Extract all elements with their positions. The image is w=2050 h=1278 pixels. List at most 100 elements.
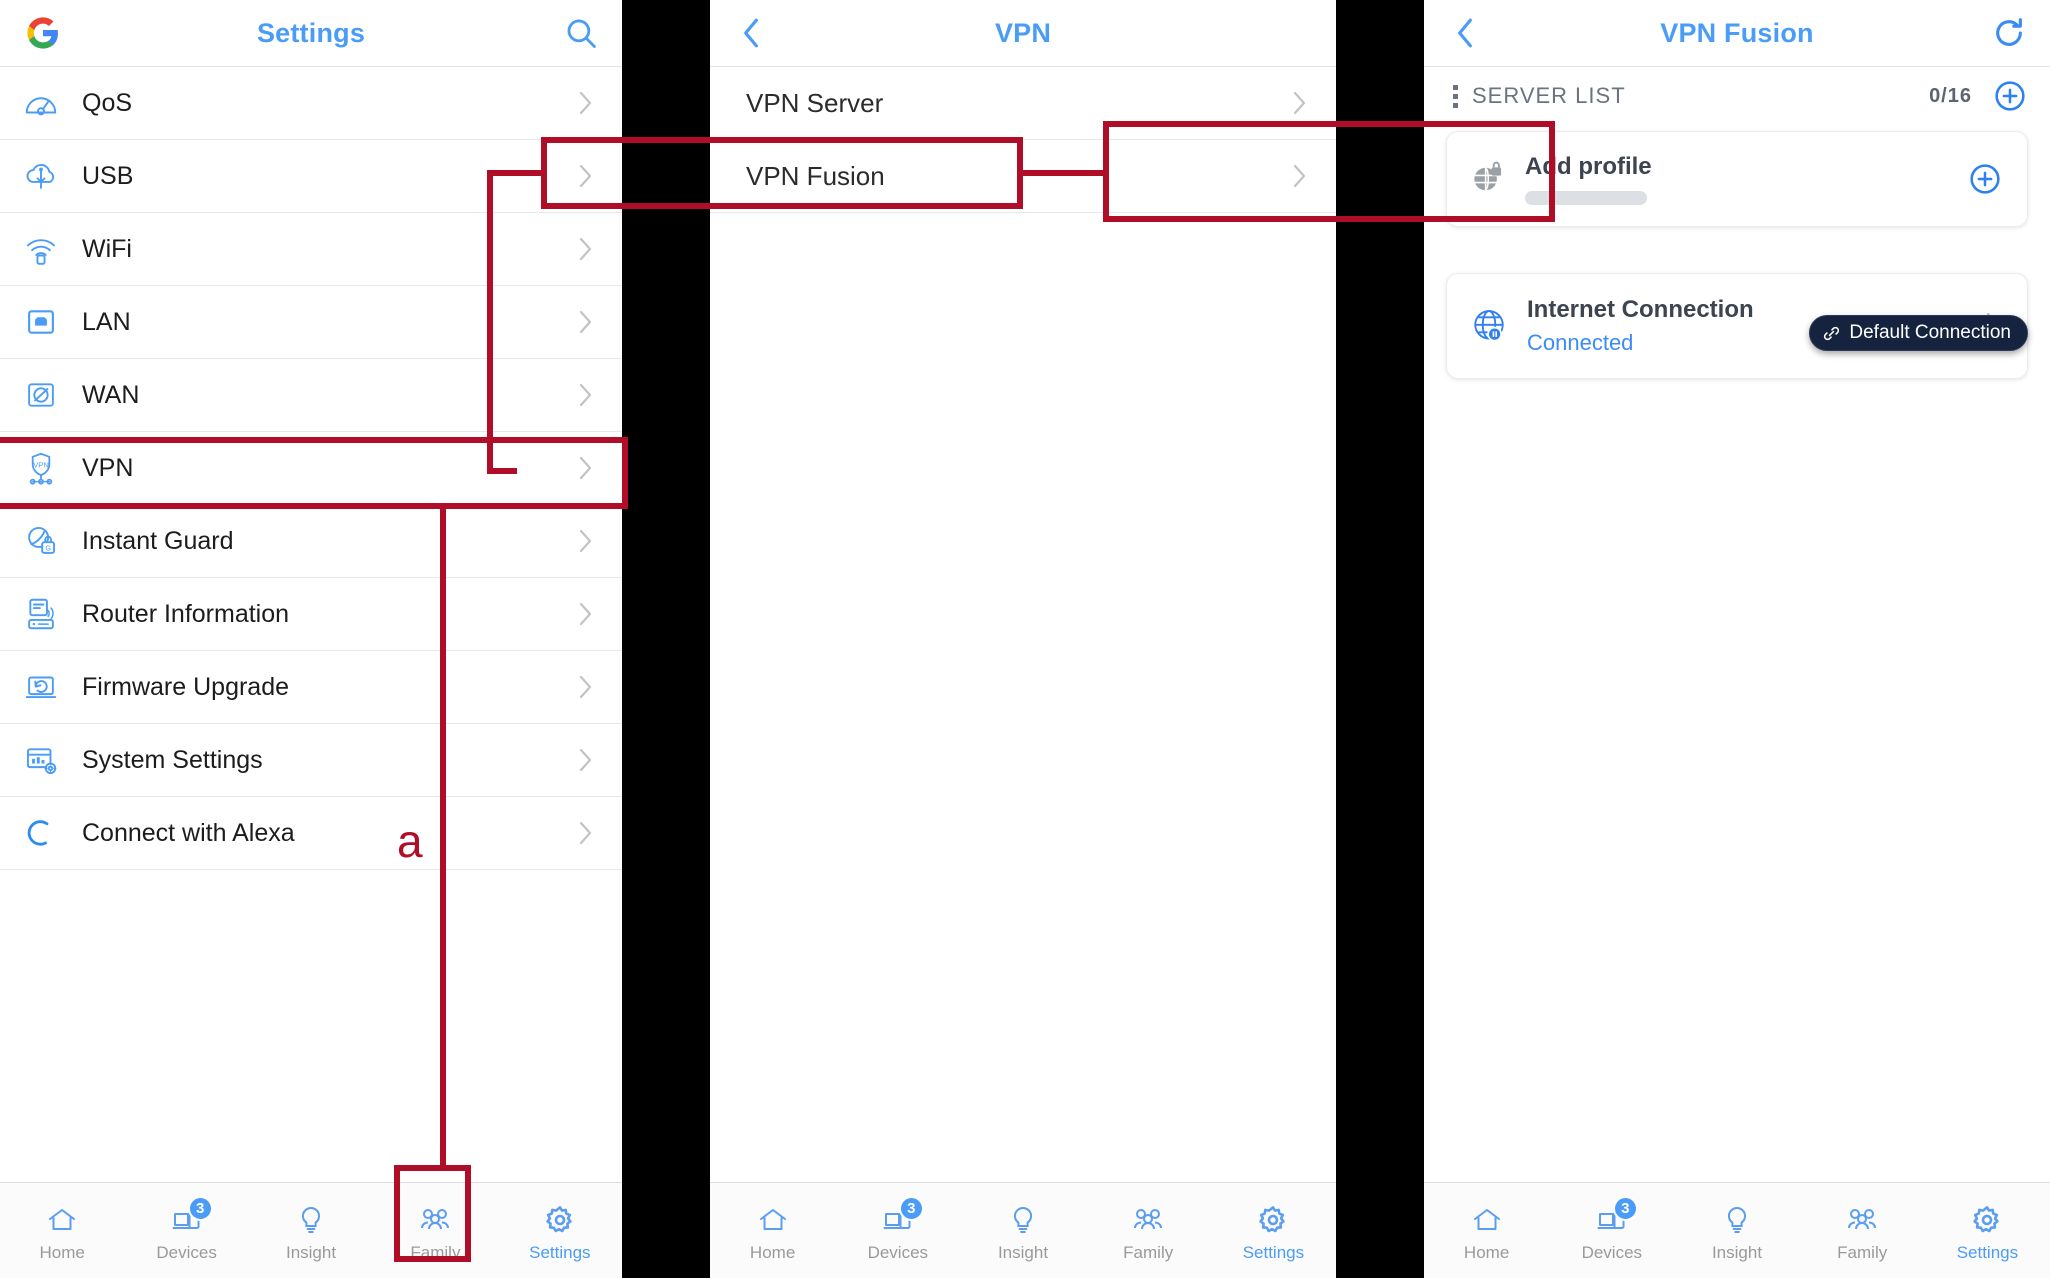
- sidebar-item-instant-guard[interactable]: G Instant Guard: [0, 505, 622, 578]
- insight-bulb-icon: [289, 1200, 333, 1240]
- gear-icon: [1965, 1200, 2009, 1240]
- annotation-box-vpn-fusion-row: [541, 137, 1023, 209]
- sidebar-item-connect-with-alexa[interactable]: Connect with Alexa: [0, 797, 622, 870]
- sidebar-item-usb[interactable]: USB: [0, 140, 622, 213]
- screenshot-root: Settings QoS USB WiFi LAN WAN VPN VPN G …: [0, 0, 2050, 1278]
- tab-settings[interactable]: Settings: [498, 1183, 622, 1278]
- sidebar-item-label: USB: [82, 161, 134, 190]
- bottom-tabbar: Home 3 Devices Insight Family Settings: [0, 1182, 622, 1278]
- sidebar-item-label: Instant Guard: [82, 526, 234, 555]
- chevron-right-icon: [578, 528, 594, 554]
- tooltip-label: Default Connection: [1849, 322, 2011, 343]
- vpn-topbar: VPN: [710, 0, 1336, 67]
- tab-label: Devices: [867, 1243, 929, 1262]
- sidebar-item-wifi[interactable]: WiFi: [0, 213, 622, 286]
- internet-connection-title: Internet Connection: [1527, 296, 1754, 323]
- tab-home[interactable]: Home: [1424, 1183, 1549, 1278]
- devices-badge: 3: [187, 1196, 213, 1221]
- tab-family[interactable]: Family: [1086, 1183, 1211, 1278]
- devices-badge: 3: [898, 1196, 924, 1221]
- tab-settings[interactable]: Settings: [1211, 1183, 1336, 1278]
- tab-label: Insight: [1711, 1243, 1763, 1262]
- sidebar-item-system-settings[interactable]: System Settings: [0, 724, 622, 797]
- settings-list: QoS USB WiFi LAN WAN VPN VPN G Instant G…: [0, 67, 622, 1182]
- chevron-right-icon: [578, 90, 594, 116]
- lan-port-icon: [22, 303, 60, 341]
- annotation-connector-v1: [487, 170, 493, 474]
- vpn-list: VPN Server VPN Fusion: [710, 67, 1336, 1182]
- drag-handle-icon[interactable]: [1444, 81, 1466, 111]
- insight-bulb-icon: [1715, 1200, 1759, 1240]
- sidebar-item-firmware-upgrade[interactable]: Firmware Upgrade: [0, 651, 622, 724]
- page-title: VPN: [994, 17, 1052, 48]
- gear-icon: [1251, 1200, 1295, 1240]
- tab-home[interactable]: Home: [710, 1183, 835, 1278]
- link-icon: [1822, 324, 1841, 343]
- annotation-connector-v2: [440, 503, 446, 866]
- page-title: VPN Fusion: [1660, 17, 1814, 48]
- annotation-box-vpn-row: [0, 437, 628, 509]
- router-info-icon: [22, 595, 60, 633]
- tab-label: Settings: [529, 1243, 591, 1262]
- sidebar-item-qos[interactable]: QoS: [0, 67, 622, 140]
- tab-insight[interactable]: Insight: [249, 1183, 373, 1278]
- sidebar-item-label: Router Information: [82, 599, 290, 628]
- insight-bulb-icon: [1001, 1200, 1045, 1240]
- tab-label: Settings: [1956, 1243, 2019, 1262]
- sidebar-item-label: LAN: [82, 307, 131, 336]
- plus-circle-icon: [1994, 80, 2026, 112]
- server-list-header: SERVER LIST 0/16: [1424, 67, 2050, 125]
- page-title: Settings: [256, 17, 366, 48]
- search-button[interactable]: [564, 16, 598, 50]
- system-settings-icon: [22, 741, 60, 779]
- tab-label: Family: [1123, 1243, 1174, 1262]
- devices-icon: 3: [1590, 1196, 1638, 1240]
- wan-globe-icon: [22, 376, 60, 414]
- tab-insight[interactable]: Insight: [960, 1183, 1085, 1278]
- chevron-right-icon: [1292, 90, 1308, 116]
- tab-label: Devices: [1581, 1243, 1643, 1262]
- tab-label: Insight: [285, 1243, 337, 1262]
- chevron-right-icon: [578, 820, 594, 846]
- tab-label: Home: [39, 1243, 85, 1262]
- tab-devices[interactable]: 3 Devices: [835, 1183, 960, 1278]
- search-icon: [564, 16, 598, 50]
- tab-devices[interactable]: 3 Devices: [124, 1183, 248, 1278]
- add-server-button[interactable]: [1994, 80, 2026, 112]
- tab-label: Settings: [1242, 1243, 1305, 1262]
- chevron-right-icon: [578, 309, 594, 335]
- tab-insight[interactable]: Insight: [1674, 1183, 1799, 1278]
- refresh-button[interactable]: [1992, 16, 2026, 50]
- annotation-connector-h2: [487, 170, 547, 176]
- sidebar-item-router-information[interactable]: Router Information: [0, 578, 622, 651]
- tab-devices[interactable]: 3 Devices: [1549, 1183, 1674, 1278]
- server-count: 0/16: [1929, 84, 1972, 107]
- vpn-fusion-body: SERVER LIST 0/16 Add profile Default Con…: [1424, 67, 2050, 1182]
- bottom-tabbar: Home 3 Devices Insight Family Settings: [710, 1182, 1336, 1278]
- internet-connection-status: Connected: [1527, 330, 1634, 355]
- plus-circle-icon: [1969, 163, 2001, 195]
- annotation-connector-h3: [1023, 170, 1103, 176]
- refresh-icon: [1992, 16, 2026, 50]
- vpn-fusion-topbar: VPN Fusion: [1424, 0, 2050, 67]
- family-icon: [1840, 1200, 1884, 1240]
- settings-topbar: Settings: [0, 0, 622, 67]
- tab-label: Home: [749, 1243, 796, 1262]
- firmware-upgrade-icon: [22, 668, 60, 706]
- tab-settings[interactable]: Settings: [1925, 1183, 2050, 1278]
- tab-label: Home: [1463, 1243, 1510, 1262]
- family-icon: [1126, 1200, 1170, 1240]
- sidebar-item-lan[interactable]: LAN: [0, 286, 622, 359]
- devices-icon: 3: [165, 1196, 213, 1240]
- sidebar-item-label: System Settings: [82, 745, 263, 774]
- alexa-icon: [22, 814, 60, 852]
- annotation-box-add-profile: [1103, 121, 1555, 222]
- tab-home[interactable]: Home: [0, 1183, 124, 1278]
- tab-family[interactable]: Family: [1800, 1183, 1925, 1278]
- tab-label: Devices: [156, 1243, 217, 1262]
- annotation-box-settings-tab: [394, 1165, 471, 1262]
- add-profile-button[interactable]: [1969, 163, 2001, 195]
- sidebar-item-label: Connect with Alexa: [82, 818, 295, 847]
- sidebar-item-label: Firmware Upgrade: [82, 672, 290, 701]
- sidebar-item-wan[interactable]: WAN: [0, 359, 622, 432]
